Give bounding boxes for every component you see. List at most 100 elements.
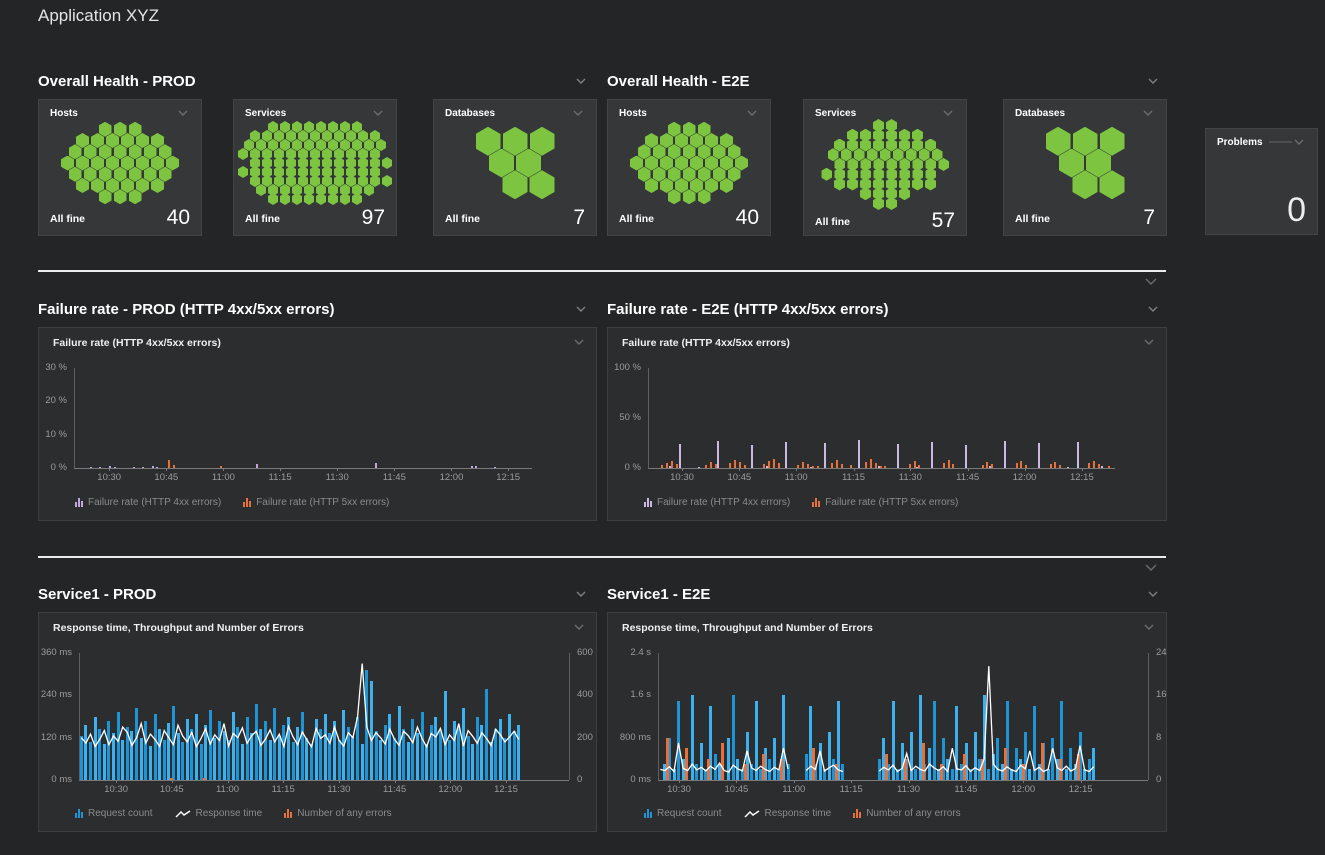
legend-item[interactable]: Request count [75,808,153,819]
chevron-down-icon[interactable] [1292,136,1306,148]
bar-Failure rate (HTTP 5xx errors) [986,462,988,468]
axis-tick [1023,780,1024,783]
tile-value: 40 [167,207,190,228]
hexagon [304,193,314,205]
bar-Failure rate (HTTP 5xx errors) [914,461,916,468]
health-tile-databases-prod[interactable]: Databases All fine7 [433,99,597,236]
bar-Failure rate (HTTP 5xx errors) [1016,463,1018,468]
chevron-down-icon[interactable] [574,75,588,87]
chevron-down-icon[interactable] [1144,275,1158,287]
bar-Failure rate (HTTP 5xx errors) [1093,461,1095,468]
y-axis-label: 0 ms [608,775,651,785]
bar-Failure rate (HTTP 5xx errors) [831,463,833,468]
axis-tick [508,468,509,471]
y-axis-label: 2.4 s [608,648,651,658]
section-header-service-e2e: Service1 - E2E [607,584,1160,604]
bar-Failure rate (HTTP 4xx errors) [256,464,258,468]
line-Response time [658,653,1096,780]
tile-status: All fine [1015,213,1050,228]
axis-tick [339,780,340,783]
hexagon [298,175,308,187]
bar-Failure rate (HTTP 5xx errors) [763,464,765,468]
chevron-down-icon[interactable] [574,303,588,315]
tile-label: Services [245,108,286,119]
y-axis-label: 20 % [39,396,67,406]
chevron-down-icon[interactable] [745,107,759,119]
axis-tick [228,780,229,783]
hexagon [114,189,127,204]
bar-Failure rate (HTTP 4xx errors) [931,442,933,468]
chevron-down-icon[interactable] [1144,561,1158,573]
chevron-down-icon[interactable] [1142,621,1156,633]
health-tile-services-prod[interactable]: Services All fine97 [233,99,397,236]
chevron-down-icon[interactable] [571,107,585,119]
legend-item[interactable]: Failure rate (HTTP 5xx errors) [812,497,958,508]
bar-Failure rate (HTTP 4xx errors) [152,466,154,468]
chevron-down-icon[interactable] [176,107,190,119]
hexagon [340,193,350,205]
hexagon [268,193,278,205]
health-tile-hosts-prod[interactable]: Hosts All fine40 [38,99,202,236]
bar-Failure rate (HTTP 5xx errors) [909,464,911,468]
chevron-down-icon[interactable] [1146,303,1160,315]
chevron-down-icon[interactable] [941,107,955,119]
honeycomb [1015,119,1155,207]
chevron-down-icon[interactable] [574,588,588,600]
legend-item[interactable]: Failure rate (HTTP 5xx errors) [243,497,389,508]
bar-legend-icon [644,498,652,507]
x-axis-label: 11:30 [884,785,934,795]
bar-Failure rate (HTTP 4xx errors) [824,443,826,468]
section-header-overall-e2e: Overall Health - E2E [607,71,1160,91]
chevron-down-icon[interactable] [1146,75,1160,87]
hex-row [1073,170,1125,199]
problems-tile[interactable]: Problems 0 [1205,128,1318,235]
section-header-service-prod: Service1 - PROD [38,584,588,604]
axis-tick [280,468,281,471]
chevron-down-icon[interactable] [1142,336,1156,348]
axis-tick [395,780,396,783]
health-tile-databases-e2e[interactable]: Databases All fine7 [1003,99,1167,236]
x-axis-label: 10:45 [147,785,197,795]
bar-Failure rate (HTTP 5xx errors) [734,460,736,468]
chevron-down-icon[interactable] [572,336,586,348]
bar-Failure rate (HTTP 5xx errors) [884,466,886,468]
chart-title: Response time, Throughput and Number of … [53,622,304,634]
legend-item[interactable]: Number of any errors [853,808,960,819]
health-tile-hosts-e2e[interactable]: Hosts All fine40 [607,99,771,236]
hexagon [1100,170,1125,199]
legend-item[interactable]: Failure rate (HTTP 4xx errors) [75,497,221,508]
legend-item[interactable]: Failure rate (HTTP 4xx errors) [644,497,790,508]
hexagon [382,175,392,187]
axis-baseline [521,780,569,781]
bar-legend-icon [644,809,652,818]
axis-tick [394,468,395,471]
honeycomb [445,119,585,207]
x-axis-label: 12:00 [998,785,1048,795]
legend-item[interactable]: Response time [744,808,832,819]
legend-label: Failure rate (HTTP 5xx errors) [256,497,389,508]
axis-tick [679,780,680,783]
chevron-down-icon[interactable] [572,621,586,633]
chevron-down-icon[interactable] [1146,588,1160,600]
chevron-down-icon[interactable] [371,107,385,119]
hex-row [268,193,362,205]
health-tile-services-e2e[interactable]: Services All fine57 [803,99,967,236]
bar-Failure rate (HTTP 4xx errors) [142,467,144,468]
axis-tick [682,468,683,471]
line-legend-icon [744,809,760,819]
tile-value: 7 [1143,207,1155,228]
legend-item[interactable]: Response time [175,808,263,819]
axis-tick [910,468,911,471]
bar-Failure rate (HTTP 4xx errors) [785,442,787,468]
x-axis-label: 10:45 [714,473,764,483]
chevron-down-icon[interactable] [1141,107,1155,119]
right-axis-line [569,653,570,780]
y-axis-label: 0 ms [39,775,72,785]
legend-item[interactable]: Request count [644,808,722,819]
bar-Failure rate (HTTP 4xx errors) [698,467,700,469]
honeycomb [245,119,385,207]
hex-row [99,189,142,204]
axis-tick [968,468,969,471]
line-Response time [79,653,521,780]
legend-item[interactable]: Number of any errors [284,808,391,819]
